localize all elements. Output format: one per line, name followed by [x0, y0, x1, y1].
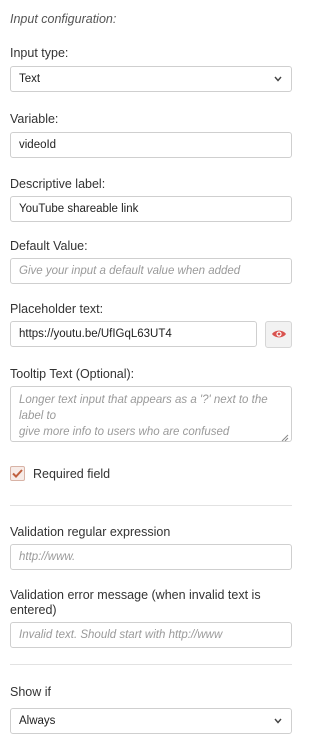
tooltip-textarea[interactable]: Longer text input that appears as a '?' …: [10, 386, 292, 442]
preview-placeholder-button[interactable]: [265, 321, 292, 348]
default-value-label: Default Value:: [10, 239, 88, 253]
eye-icon: [271, 328, 287, 342]
validation-error-label-line2: entered): [10, 603, 57, 617]
variable-input[interactable]: videoId: [10, 132, 292, 158]
tooltip-label: Tooltip Text (Optional):: [10, 367, 135, 381]
descriptive-label-input[interactable]: YouTube shareable link: [10, 196, 292, 222]
divider: [10, 505, 292, 506]
divider: [10, 664, 292, 665]
chevron-down-icon: [273, 716, 283, 726]
section-heading: Input configuration:: [10, 12, 117, 26]
validation-regex-input[interactable]: http://www.: [10, 544, 292, 570]
show-if-select[interactable]: Always: [10, 708, 292, 734]
input-configuration-panel: Input configuration: Input type: Text Va…: [0, 0, 304, 750]
input-type-label: Input type:: [10, 46, 69, 60]
required-field-checkbox[interactable]: [10, 466, 25, 481]
placeholder-text-label: Placeholder text:: [10, 302, 104, 316]
descriptive-label-label: Descriptive label:: [10, 177, 106, 191]
tooltip-placeholder-line: give more info to users who are confused: [19, 426, 230, 438]
input-type-select[interactable]: Text: [10, 66, 292, 92]
validation-regex-label: Validation regular expression: [10, 525, 171, 539]
show-if-value: Always: [19, 715, 56, 727]
resize-handle-icon[interactable]: [281, 431, 289, 442]
check-icon: [12, 467, 23, 481]
variable-label: Variable:: [10, 112, 59, 126]
placeholder-text-input[interactable]: https://youtu.be/UfIGqL63UT4: [10, 321, 257, 347]
validation-error-input[interactable]: Invalid text. Should start with http://w…: [10, 622, 292, 648]
tooltip-placeholder-line: Longer text input that appears as a '?' …: [19, 394, 268, 422]
chevron-down-icon: [273, 74, 283, 84]
input-type-value: Text: [19, 73, 41, 85]
default-value-input[interactable]: Give your input a default value when add…: [10, 258, 292, 284]
validation-error-label-line1: Validation error message (when invalid t…: [10, 588, 261, 602]
required-field-label: Required field: [33, 467, 111, 481]
show-if-label: Show if: [10, 685, 51, 699]
